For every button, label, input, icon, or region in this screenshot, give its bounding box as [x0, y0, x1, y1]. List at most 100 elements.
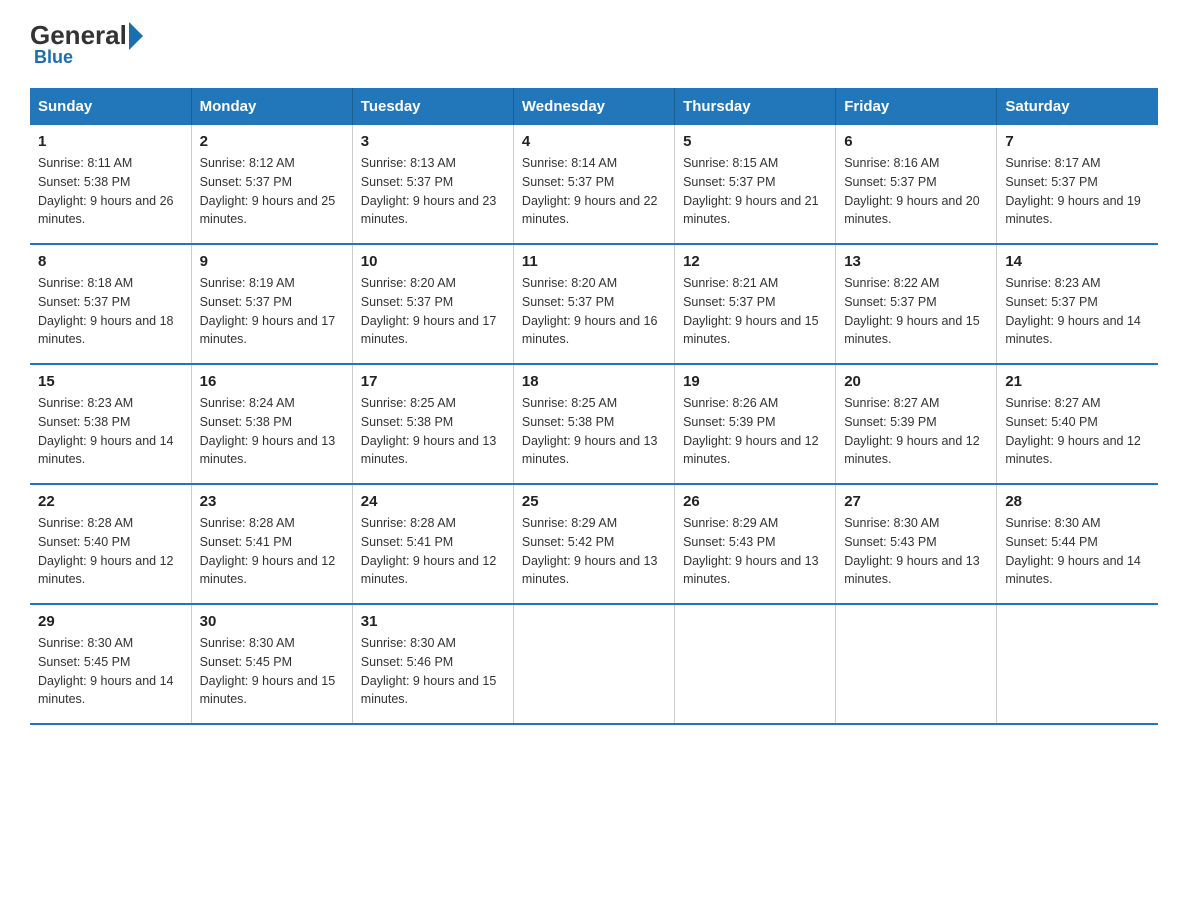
calendar-header-row: SundayMondayTuesdayWednesdayThursdayFrid… — [30, 88, 1158, 125]
day-info: Sunrise: 8:24 AM Sunset: 5:38 PM Dayligh… — [200, 394, 344, 469]
day-info: Sunrise: 8:11 AM Sunset: 5:38 PM Dayligh… — [38, 154, 183, 229]
day-info: Sunrise: 8:22 AM Sunset: 5:37 PM Dayligh… — [844, 274, 988, 349]
day-number: 13 — [844, 253, 988, 270]
day-info: Sunrise: 8:29 AM Sunset: 5:43 PM Dayligh… — [683, 514, 827, 589]
calendar-cell: 2 Sunrise: 8:12 AM Sunset: 5:37 PM Dayli… — [191, 125, 352, 244]
calendar-header-thursday: Thursday — [675, 88, 836, 125]
day-info: Sunrise: 8:18 AM Sunset: 5:37 PM Dayligh… — [38, 274, 183, 349]
day-info: Sunrise: 8:16 AM Sunset: 5:37 PM Dayligh… — [844, 154, 988, 229]
calendar-cell: 10 Sunrise: 8:20 AM Sunset: 5:37 PM Dayl… — [352, 244, 513, 364]
day-number: 23 — [200, 493, 344, 510]
logo-triangle-icon — [129, 22, 143, 50]
day-info: Sunrise: 8:17 AM Sunset: 5:37 PM Dayligh… — [1005, 154, 1150, 229]
day-number: 19 — [683, 373, 827, 390]
day-number: 21 — [1005, 373, 1150, 390]
calendar-cell: 9 Sunrise: 8:19 AM Sunset: 5:37 PM Dayli… — [191, 244, 352, 364]
calendar-table: SundayMondayTuesdayWednesdayThursdayFrid… — [30, 88, 1158, 725]
day-info: Sunrise: 8:25 AM Sunset: 5:38 PM Dayligh… — [522, 394, 666, 469]
calendar-cell: 21 Sunrise: 8:27 AM Sunset: 5:40 PM Dayl… — [997, 364, 1158, 484]
day-number: 27 — [844, 493, 988, 510]
day-number: 28 — [1005, 493, 1150, 510]
day-info: Sunrise: 8:15 AM Sunset: 5:37 PM Dayligh… — [683, 154, 827, 229]
calendar-header-tuesday: Tuesday — [352, 88, 513, 125]
calendar-cell: 29 Sunrise: 8:30 AM Sunset: 5:45 PM Dayl… — [30, 604, 191, 724]
calendar-cell: 17 Sunrise: 8:25 AM Sunset: 5:38 PM Dayl… — [352, 364, 513, 484]
calendar-header-monday: Monday — [191, 88, 352, 125]
calendar-cell: 6 Sunrise: 8:16 AM Sunset: 5:37 PM Dayli… — [836, 125, 997, 244]
day-info: Sunrise: 8:30 AM Sunset: 5:45 PM Dayligh… — [38, 634, 183, 709]
calendar-cell — [675, 604, 836, 724]
day-number: 14 — [1005, 253, 1150, 270]
day-number: 10 — [361, 253, 505, 270]
day-number: 5 — [683, 133, 827, 150]
calendar-cell: 30 Sunrise: 8:30 AM Sunset: 5:45 PM Dayl… — [191, 604, 352, 724]
day-number: 6 — [844, 133, 988, 150]
day-info: Sunrise: 8:12 AM Sunset: 5:37 PM Dayligh… — [200, 154, 344, 229]
calendar-cell — [513, 604, 674, 724]
calendar-header-friday: Friday — [836, 88, 997, 125]
day-info: Sunrise: 8:30 AM Sunset: 5:45 PM Dayligh… — [200, 634, 344, 709]
day-info: Sunrise: 8:27 AM Sunset: 5:40 PM Dayligh… — [1005, 394, 1150, 469]
calendar-cell — [836, 604, 997, 724]
calendar-week-row: 8 Sunrise: 8:18 AM Sunset: 5:37 PM Dayli… — [30, 244, 1158, 364]
calendar-cell — [997, 604, 1158, 724]
day-info: Sunrise: 8:25 AM Sunset: 5:38 PM Dayligh… — [361, 394, 505, 469]
day-number: 22 — [38, 493, 183, 510]
calendar-week-row: 15 Sunrise: 8:23 AM Sunset: 5:38 PM Dayl… — [30, 364, 1158, 484]
day-info: Sunrise: 8:26 AM Sunset: 5:39 PM Dayligh… — [683, 394, 827, 469]
logo: General Blue — [30, 20, 145, 68]
day-number: 16 — [200, 373, 344, 390]
day-number: 29 — [38, 613, 183, 630]
day-number: 7 — [1005, 133, 1150, 150]
day-number: 11 — [522, 253, 666, 270]
calendar-cell: 22 Sunrise: 8:28 AM Sunset: 5:40 PM Dayl… — [30, 484, 191, 604]
logo-blue-text: Blue — [34, 47, 73, 68]
day-info: Sunrise: 8:23 AM Sunset: 5:37 PM Dayligh… — [1005, 274, 1150, 349]
calendar-cell: 5 Sunrise: 8:15 AM Sunset: 5:37 PM Dayli… — [675, 125, 836, 244]
calendar-cell: 20 Sunrise: 8:27 AM Sunset: 5:39 PM Dayl… — [836, 364, 997, 484]
calendar-cell: 4 Sunrise: 8:14 AM Sunset: 5:37 PM Dayli… — [513, 125, 674, 244]
day-number: 30 — [200, 613, 344, 630]
page-header: General Blue — [30, 20, 1158, 68]
calendar-week-row: 1 Sunrise: 8:11 AM Sunset: 5:38 PM Dayli… — [30, 125, 1158, 244]
calendar-cell: 14 Sunrise: 8:23 AM Sunset: 5:37 PM Dayl… — [997, 244, 1158, 364]
day-number: 4 — [522, 133, 666, 150]
day-info: Sunrise: 8:30 AM Sunset: 5:43 PM Dayligh… — [844, 514, 988, 589]
day-info: Sunrise: 8:30 AM Sunset: 5:46 PM Dayligh… — [361, 634, 505, 709]
calendar-header-wednesday: Wednesday — [513, 88, 674, 125]
day-number: 18 — [522, 373, 666, 390]
day-info: Sunrise: 8:14 AM Sunset: 5:37 PM Dayligh… — [522, 154, 666, 229]
calendar-week-row: 29 Sunrise: 8:30 AM Sunset: 5:45 PM Dayl… — [30, 604, 1158, 724]
calendar-cell: 19 Sunrise: 8:26 AM Sunset: 5:39 PM Dayl… — [675, 364, 836, 484]
calendar-cell: 23 Sunrise: 8:28 AM Sunset: 5:41 PM Dayl… — [191, 484, 352, 604]
day-number: 1 — [38, 133, 183, 150]
day-info: Sunrise: 8:19 AM Sunset: 5:37 PM Dayligh… — [200, 274, 344, 349]
day-number: 3 — [361, 133, 505, 150]
day-info: Sunrise: 8:20 AM Sunset: 5:37 PM Dayligh… — [361, 274, 505, 349]
day-number: 24 — [361, 493, 505, 510]
day-number: 2 — [200, 133, 344, 150]
calendar-cell: 16 Sunrise: 8:24 AM Sunset: 5:38 PM Dayl… — [191, 364, 352, 484]
calendar-cell: 15 Sunrise: 8:23 AM Sunset: 5:38 PM Dayl… — [30, 364, 191, 484]
calendar-cell: 1 Sunrise: 8:11 AM Sunset: 5:38 PM Dayli… — [30, 125, 191, 244]
calendar-header-saturday: Saturday — [997, 88, 1158, 125]
day-info: Sunrise: 8:30 AM Sunset: 5:44 PM Dayligh… — [1005, 514, 1150, 589]
day-info: Sunrise: 8:29 AM Sunset: 5:42 PM Dayligh… — [522, 514, 666, 589]
day-info: Sunrise: 8:28 AM Sunset: 5:41 PM Dayligh… — [361, 514, 505, 589]
calendar-cell: 31 Sunrise: 8:30 AM Sunset: 5:46 PM Dayl… — [352, 604, 513, 724]
day-number: 8 — [38, 253, 183, 270]
day-info: Sunrise: 8:28 AM Sunset: 5:40 PM Dayligh… — [38, 514, 183, 589]
day-number: 26 — [683, 493, 827, 510]
calendar-cell: 8 Sunrise: 8:18 AM Sunset: 5:37 PM Dayli… — [30, 244, 191, 364]
calendar-cell: 11 Sunrise: 8:20 AM Sunset: 5:37 PM Dayl… — [513, 244, 674, 364]
calendar-header-sunday: Sunday — [30, 88, 191, 125]
day-number: 20 — [844, 373, 988, 390]
calendar-cell: 7 Sunrise: 8:17 AM Sunset: 5:37 PM Dayli… — [997, 125, 1158, 244]
day-info: Sunrise: 8:20 AM Sunset: 5:37 PM Dayligh… — [522, 274, 666, 349]
calendar-cell: 26 Sunrise: 8:29 AM Sunset: 5:43 PM Dayl… — [675, 484, 836, 604]
day-number: 25 — [522, 493, 666, 510]
calendar-cell: 18 Sunrise: 8:25 AM Sunset: 5:38 PM Dayl… — [513, 364, 674, 484]
day-info: Sunrise: 8:21 AM Sunset: 5:37 PM Dayligh… — [683, 274, 827, 349]
day-number: 12 — [683, 253, 827, 270]
day-number: 15 — [38, 373, 183, 390]
